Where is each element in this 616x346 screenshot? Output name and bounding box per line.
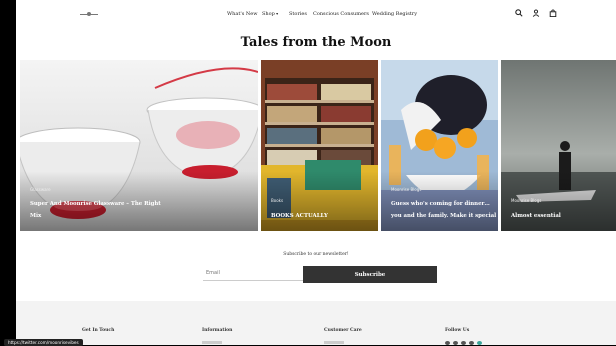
- newsletter-label: Subscribe to our newsletter!: [283, 252, 349, 257]
- search-icon[interactable]: [514, 8, 524, 18]
- nav-whats-new[interactable]: What's New: [227, 11, 258, 17]
- bag-icon[interactable]: [548, 8, 558, 18]
- nav-stories[interactable]: Stories: [289, 11, 307, 17]
- page-frame: What's New Shop Stories Conscious Consum…: [16, 0, 616, 345]
- card-title[interactable]: Almost essential: [511, 210, 561, 223]
- story-card-dinner[interactable]: Moonrise Blogs Guess who's coming for di…: [381, 60, 498, 231]
- email-field[interactable]: [203, 266, 317, 281]
- card-category: Moonrise Blogs: [391, 187, 422, 192]
- story-card-books[interactable]: Books BOOKS ACTUALLY: [261, 60, 378, 231]
- user-icon[interactable]: [531, 8, 541, 18]
- footer-follow-us: Follow Us: [445, 328, 470, 333]
- logo-moon: [87, 12, 91, 16]
- brand-logo[interactable]: [80, 11, 98, 18]
- youtube-icon[interactable]: [477, 341, 482, 345]
- footer-get-in-touch: Get In Touch: [82, 328, 115, 333]
- nav-shop[interactable]: Shop: [262, 11, 278, 17]
- card-title-line2[interactable]: you and the family. Make it special: [391, 210, 496, 223]
- story-card-glassware[interactable]: Glassware Super And Moonrise Glassware –…: [20, 60, 258, 231]
- card-title-line2[interactable]: Mix: [30, 210, 41, 223]
- card-title[interactable]: BOOKS ACTUALLY: [271, 210, 328, 223]
- footer-link[interactable]: [202, 341, 222, 344]
- story-card-almost-essential[interactable]: Moonrise Blogs Almost essential: [501, 60, 616, 231]
- pinterest-icon[interactable]: [469, 341, 474, 345]
- footer-link[interactable]: [324, 341, 344, 344]
- site-footer: Get In Touch Information Customer Care F…: [16, 301, 616, 345]
- card-category: Glassware: [30, 187, 51, 192]
- nav-conscious-consumers[interactable]: Conscious Consumers: [313, 11, 369, 17]
- nav-wedding-registry[interactable]: Wedding Registry: [372, 11, 417, 17]
- page-title: Tales from the Moon: [240, 35, 392, 50]
- footer-customer-care: Customer Care: [324, 328, 362, 333]
- instagram-icon[interactable]: [453, 341, 458, 345]
- subscribe-button[interactable]: Subscribe: [303, 266, 437, 283]
- footer-information: Information: [202, 328, 233, 333]
- card-category: Moonrise Blogs: [511, 198, 542, 203]
- site-header: What's New Shop Stories Conscious Consum…: [16, 0, 616, 30]
- card-title[interactable]: Super And Moonrise Glassware – The Right: [30, 198, 161, 211]
- twitter-icon[interactable]: [461, 341, 466, 345]
- facebook-icon[interactable]: [445, 341, 450, 345]
- card-category: Books: [271, 198, 284, 203]
